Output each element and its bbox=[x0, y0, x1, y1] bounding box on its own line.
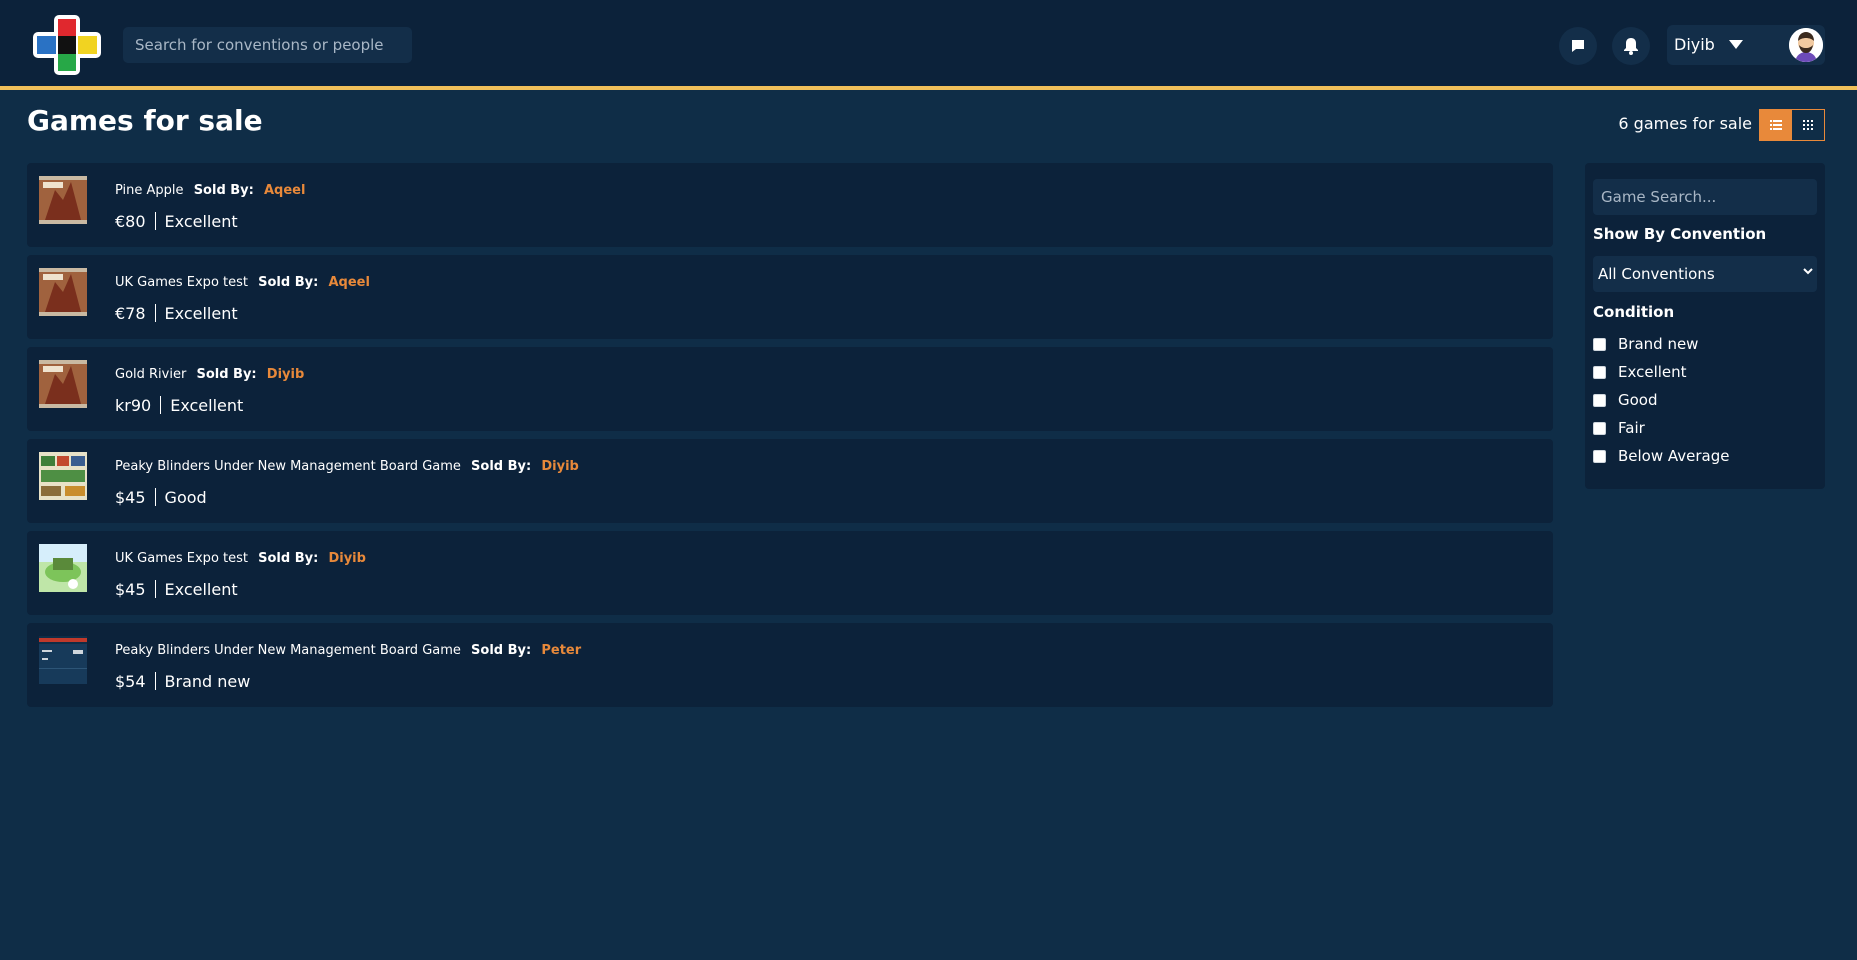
seller-link[interactable]: Diyib bbox=[267, 367, 304, 382]
game-price: $45 bbox=[115, 488, 146, 507]
seller-link[interactable]: Aqeel bbox=[328, 275, 369, 290]
condition-option-excellent[interactable]: Excellent bbox=[1593, 363, 1687, 381]
checkbox[interactable] bbox=[1593, 393, 1606, 407]
games-count: 6 games for sale bbox=[1618, 114, 1752, 133]
condition-option-brand-new[interactable]: Brand new bbox=[1593, 335, 1698, 353]
checkbox[interactable] bbox=[1593, 337, 1606, 351]
global-search-input[interactable] bbox=[123, 27, 412, 63]
divider bbox=[154, 488, 156, 506]
convention-filter-label: Show By Convention bbox=[1593, 225, 1767, 243]
seller-link[interactable]: Aqeel bbox=[264, 183, 305, 198]
divider bbox=[154, 304, 156, 322]
game-listing-row[interactable]: Gold Rivier Sold By: Diyib kr90 Excellent bbox=[27, 347, 1553, 431]
condition-filter-label: Condition bbox=[1593, 303, 1675, 321]
page-title: Games for sale bbox=[27, 104, 263, 137]
game-name[interactable]: Pine Apple bbox=[115, 183, 184, 198]
game-condition: Excellent bbox=[164, 212, 238, 231]
convention-selected-value: All Conventions bbox=[1598, 265, 1715, 283]
condition-option-label: Good bbox=[1618, 391, 1658, 409]
game-price: €80 bbox=[115, 212, 146, 231]
divider bbox=[154, 580, 156, 598]
divider bbox=[154, 212, 156, 230]
convention-select[interactable]: All Conventions bbox=[1593, 256, 1817, 292]
list-view-button[interactable] bbox=[1760, 110, 1792, 140]
notifications-button[interactable] bbox=[1612, 27, 1650, 65]
messages-button[interactable] bbox=[1559, 27, 1597, 65]
game-listing-row[interactable]: Peaky Blinders Under New Management Boar… bbox=[27, 623, 1553, 707]
game-thumbnail[interactable] bbox=[39, 636, 87, 684]
seller-link[interactable]: Diyib bbox=[328, 551, 365, 566]
condition-option-good[interactable]: Good bbox=[1593, 391, 1658, 409]
game-name[interactable]: Gold Rivier bbox=[115, 367, 186, 382]
avatar[interactable] bbox=[1789, 28, 1823, 62]
seller-link[interactable]: Peter bbox=[541, 643, 581, 658]
game-name[interactable]: Peaky Blinders Under New Management Boar… bbox=[115, 459, 461, 474]
game-listing-row[interactable]: UK Games Expo test Sold By: Aqeel €78 Exc… bbox=[27, 255, 1553, 339]
sold-by-label: Sold By: bbox=[471, 459, 532, 474]
condition-option-label: Brand new bbox=[1618, 335, 1699, 353]
game-thumbnail[interactable] bbox=[39, 544, 87, 592]
sold-by-label: Sold By: bbox=[193, 183, 254, 198]
game-condition: Excellent bbox=[164, 580, 238, 599]
sold-by-label: Sold By: bbox=[471, 643, 532, 658]
filters-panel: Show By Convention All Conventions Condi… bbox=[1585, 163, 1825, 489]
sold-by-label: Sold By: bbox=[196, 367, 257, 382]
game-listing-row[interactable]: Pine Apple Sold By: Aqeel €80 Excellent bbox=[27, 163, 1553, 247]
game-price: $45 bbox=[115, 580, 146, 599]
view-toggle bbox=[1759, 109, 1825, 141]
divider bbox=[154, 672, 156, 690]
condition-option-label: Fair bbox=[1618, 419, 1645, 437]
game-search-input[interactable] bbox=[1593, 179, 1817, 215]
top-navigation-bar: Diyib bbox=[0, 0, 1857, 90]
game-condition: Excellent bbox=[164, 304, 238, 323]
game-condition: Brand new bbox=[164, 672, 251, 691]
game-condition: Good bbox=[164, 488, 207, 507]
game-thumbnail[interactable] bbox=[39, 268, 87, 316]
grid-icon bbox=[1803, 120, 1813, 130]
grid-view-button[interactable] bbox=[1792, 110, 1824, 140]
game-name[interactable]: Peaky Blinders Under New Management Boar… bbox=[115, 643, 461, 658]
bell-icon bbox=[1624, 38, 1638, 55]
list-icon bbox=[1770, 120, 1782, 130]
user-name: Diyib bbox=[1674, 35, 1715, 54]
condition-option-fair[interactable]: Fair bbox=[1593, 419, 1645, 437]
avatar-illustration bbox=[1789, 28, 1823, 62]
game-listing-row[interactable]: UK Games Expo test Sold By: Diyib $45 Exc… bbox=[27, 531, 1553, 615]
checkbox[interactable] bbox=[1593, 365, 1606, 379]
user-menu-dropdown[interactable]: Diyib bbox=[1667, 25, 1825, 65]
checkbox[interactable] bbox=[1593, 421, 1606, 435]
checkbox[interactable] bbox=[1593, 449, 1606, 463]
seller-link[interactable]: Diyib bbox=[541, 459, 578, 474]
sold-by-label: Sold By: bbox=[258, 551, 319, 566]
sold-by-label: Sold By: bbox=[258, 275, 319, 290]
chevron-down-icon bbox=[1803, 268, 1813, 275]
condition-option-label: Below Average bbox=[1618, 447, 1730, 465]
game-thumbnail[interactable] bbox=[39, 452, 87, 500]
game-thumbnail[interactable] bbox=[39, 360, 87, 408]
app-logo[interactable] bbox=[30, 13, 104, 77]
divider bbox=[160, 396, 162, 414]
game-price: €78 bbox=[115, 304, 146, 323]
condition-option-label: Excellent bbox=[1618, 363, 1687, 381]
game-price: kr90 bbox=[115, 396, 152, 415]
game-name[interactable]: UK Games Expo test bbox=[115, 275, 248, 290]
chat-icon bbox=[1572, 40, 1584, 52]
game-price: $54 bbox=[115, 672, 146, 691]
game-thumbnail[interactable] bbox=[39, 176, 87, 224]
game-condition: Excellent bbox=[170, 396, 244, 415]
condition-option-below-average[interactable]: Below Average bbox=[1593, 447, 1730, 465]
caret-down-icon bbox=[1729, 40, 1743, 49]
game-name[interactable]: UK Games Expo test bbox=[115, 551, 248, 566]
games-list: Pine Apple Sold By: Aqeel €80 Excellent U… bbox=[27, 163, 1553, 715]
game-listing-row[interactable]: Peaky Blinders Under New Management Boar… bbox=[27, 439, 1553, 523]
